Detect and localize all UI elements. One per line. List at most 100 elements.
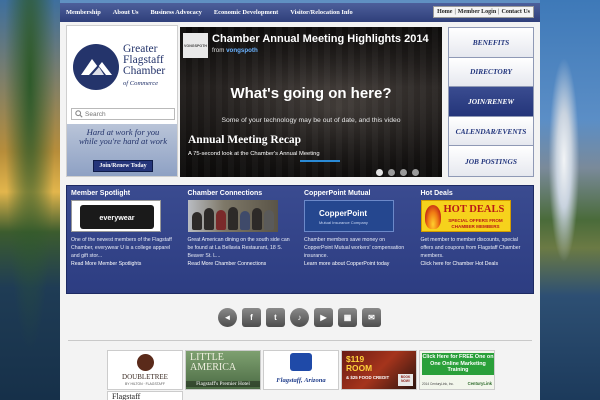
video-from: from vongspoth — [212, 47, 258, 54]
feature-read-more-link[interactable]: Read More Member Spotlights — [71, 261, 180, 267]
tagline-text: Hard at work for you while you're hard a… — [71, 128, 175, 146]
mail-icon[interactable]: ✉ — [362, 308, 381, 327]
megaphone-icon[interactable]: ◄ — [218, 308, 237, 327]
feature-copperpoint: CopperPoint Mutual CopperPoint Mutual In… — [300, 186, 417, 293]
tagline-box: Hard at work for you while you're hard a… — [67, 124, 177, 176]
slide-progress-bar — [300, 160, 340, 162]
video-author-link[interactable]: vongspoth — [226, 47, 258, 54]
mountain-logo-icon[interactable] — [73, 44, 119, 90]
nav-membership[interactable]: Membership — [66, 9, 101, 16]
video-title[interactable]: Chamber Annual Meeting Highlights 2014 — [212, 33, 429, 45]
feature-body: Get member to member discounts, special … — [420, 237, 521, 259]
feature-title[interactable]: Chamber Connections — [188, 190, 297, 197]
feature-read-more-link[interactable]: Learn more about CopperPoint today — [304, 261, 413, 267]
group-photo-image[interactable] — [187, 200, 278, 232]
video-player[interactable]: VONGSPOTH Chamber Annual Meeting Highlig… — [180, 27, 442, 177]
sponsor-sub: Flagstaff's Premier Hotel — [186, 381, 260, 387]
facebook-icon[interactable]: f — [242, 308, 261, 327]
feature-title[interactable]: CopperPoint Mutual — [304, 190, 413, 197]
slide-dot[interactable] — [376, 169, 383, 176]
microphone-icon[interactable]: ♪ — [290, 308, 309, 327]
hot-deals-wordmark: HOT DEALS — [443, 204, 505, 215]
util-home-link[interactable]: Home — [437, 9, 452, 15]
sponsor-doubletree[interactable]: DOUBLETREE BY HILTON · FLAGSTAFF — [107, 350, 183, 390]
slide-caption-subtitle: A 75-second look at the Chamber's Annual… — [188, 151, 320, 157]
sponsor-comfort-inn[interactable]: Flagstaff, Arizona — [263, 350, 339, 390]
doubletree-mark-icon — [137, 354, 154, 371]
search-icon — [75, 110, 83, 118]
page-container: Membership About Us Business Advocacy Ec… — [60, 3, 540, 400]
copperpoint-logo-image[interactable]: CopperPoint Mutual Insurance Company — [304, 200, 394, 232]
sponsor-fine-print: 2014 CenturyLink, Inc. — [422, 382, 454, 386]
channel-avatar[interactable]: VONGSPOTH — [183, 33, 208, 58]
util-contact-link[interactable]: Contact Us — [502, 9, 531, 15]
logo-panel: Greater Flagstaff Chamber of Commerce Ha… — [66, 25, 178, 177]
person-silhouette — [251, 208, 262, 230]
everywear-logo-image[interactable]: everywear — [71, 200, 161, 232]
sponsor-offer: $119 ROOM — [346, 355, 372, 373]
feature-title[interactable]: Member Spotlight — [71, 190, 180, 197]
social-icons-row: ◄ f t ♪ ▶ ▦ ✉ — [218, 308, 386, 327]
hot-deals-subtitle: SPECIAL OFFERS FROM CHAMBER MEMBERS — [448, 218, 503, 229]
hot-deals-banner-image[interactable]: HOT DEALS SPECIAL OFFERS FROM CHAMBER ME… — [420, 200, 511, 232]
logo-line-chamber: Chamber — [123, 65, 166, 77]
menu-job-postings[interactable]: JOB POSTINGS — [449, 146, 533, 176]
person-silhouette — [263, 210, 274, 230]
feature-body: One of the newest members of the Flagsta… — [71, 237, 172, 259]
person-silhouette — [191, 212, 202, 230]
features-panel: Member Spotlight everywear One of the ne… — [66, 185, 534, 294]
slide-pager — [376, 169, 424, 176]
nav-economic-development[interactable]: Economic Development — [214, 9, 278, 16]
person-silhouette — [227, 207, 238, 230]
util-member-login-link[interactable]: Member Login — [458, 9, 496, 15]
slide-caption-title: Annual Meeting Recap — [188, 134, 302, 146]
top-navigation: Membership About Us Business Advocacy Ec… — [60, 3, 540, 22]
feature-read-more-link[interactable]: Read More Chamber Connections — [188, 261, 297, 267]
sponsor-name: DOUBLETREE — [122, 373, 168, 381]
section-divider — [68, 340, 532, 341]
menu-join-renew[interactable]: JOIN/RENEW — [449, 87, 533, 117]
nav-about-us[interactable]: About Us — [113, 9, 139, 16]
sponsor-price-unit: ROOM — [346, 363, 373, 373]
sponsor-name: LITTLE AMERICA — [190, 353, 236, 373]
scenic-background-right — [540, 0, 600, 400]
menu-benefits[interactable]: BENEFITS — [449, 28, 533, 58]
book-now-button[interactable]: BOOK NOW! — [398, 374, 413, 386]
youtube-icon[interactable]: ▶ — [314, 308, 333, 327]
sponsor-flagstaff[interactable]: Flagstaff — [107, 391, 183, 400]
tickets-icon[interactable]: ▦ — [338, 308, 357, 327]
util-separator: | — [454, 9, 456, 15]
feature-body: Chamber members save money on CopperPoin… — [304, 237, 405, 259]
nav-business-advocacy[interactable]: Business Advocacy — [151, 9, 202, 16]
sponsor-room-deal[interactable]: $119 ROOM & $25 FOOD CREDIT BOOK NOW! — [341, 350, 417, 390]
search-input[interactable] — [85, 110, 174, 118]
sponsor-banner: Click Here for FREE One on One Online Ma… — [422, 353, 494, 375]
nav-visitor-relocation[interactable]: Visitor/Relocation Info — [290, 9, 352, 16]
join-renew-today-button[interactable]: Join/Renew Today — [93, 160, 153, 172]
slide-dot[interactable] — [400, 169, 407, 176]
sponsor-sub: & $25 FOOD CREDIT — [346, 375, 390, 380]
chamber-logo-text[interactable]: Greater Flagstaff Chamber of Commerce — [123, 43, 166, 89]
menu-directory[interactable]: DIRECTORY — [449, 57, 533, 88]
sponsor-little-america[interactable]: LITTLE AMERICA Flagstaff's Premier Hotel — [185, 350, 261, 390]
sponsor-name: Flagstaff, Arizona — [276, 377, 326, 384]
feature-read-more-link[interactable]: Click here for Chamber Hot Deals — [421, 261, 530, 267]
person-silhouette — [215, 210, 226, 230]
person-silhouette — [203, 208, 214, 230]
video-warning: Some of your technology may be out of da… — [221, 117, 401, 124]
side-menu: BENEFITS DIRECTORY JOIN/RENEW CALENDAR/E… — [448, 27, 534, 177]
twitter-icon[interactable]: t — [266, 308, 285, 327]
video-headline: What's going on here? — [230, 85, 392, 102]
menu-calendar-events[interactable]: CALENDAR/EVENTS — [449, 116, 533, 147]
util-separator: | — [498, 9, 500, 15]
feature-title[interactable]: Hot Deals — [421, 190, 530, 197]
slide-dot[interactable] — [412, 169, 419, 176]
feature-body: Great American dining on the south side … — [187, 237, 290, 259]
flame-icon — [424, 205, 441, 229]
sponsor-name-line-2: AMERICA — [190, 362, 237, 373]
sponsor-centurylink[interactable]: Click Here for FREE One on One Online Ma… — [419, 350, 495, 390]
feature-chamber-connections: Chamber Connections Great American dinin… — [184, 186, 301, 293]
slide-dot[interactable] — [388, 169, 395, 176]
tagline-line-2: while you're hard at work — [78, 136, 168, 146]
logo-line-commerce: of Commerce — [123, 80, 159, 87]
